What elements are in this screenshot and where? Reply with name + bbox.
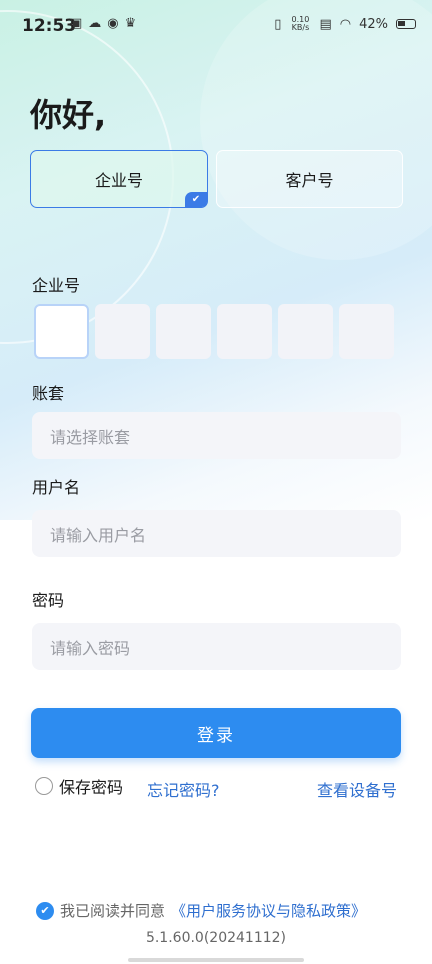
greeting-title: 你好, (30, 96, 107, 134)
network-speed: 0.10 KB/s (289, 16, 311, 32)
save-password-radio[interactable] (35, 777, 53, 795)
code-digit-box[interactable] (95, 304, 150, 359)
net-speed-unit: KB/s (291, 23, 310, 32)
view-device-link[interactable]: 查看设备号 (317, 777, 397, 801)
status-right: ▯ 0.10 KB/s ▤ ◠ 42% (274, 16, 416, 32)
code-digit-box[interactable] (217, 304, 272, 359)
save-password-option[interactable]: 保存密码 (35, 774, 123, 798)
code-digit-box[interactable] (156, 304, 211, 359)
status-left-icons: ▣☁◉♛ (70, 16, 142, 31)
code-digit-box[interactable] (34, 304, 89, 359)
battery-percent: 42% (359, 16, 388, 32)
tab-enterprise-label: 企业号 (94, 171, 143, 190)
enterprise-code-input (34, 304, 394, 359)
sim-icon: ▣ (70, 16, 89, 31)
password-label: 密码 (32, 591, 65, 610)
cloud-icon: ☁ (88, 16, 108, 31)
wifi-icon: ◠ (339, 16, 352, 32)
account-set-select[interactable]: 请选择账套 (32, 412, 401, 459)
battery-icon (396, 19, 416, 29)
save-password-label: 保存密码 (59, 778, 124, 797)
status-time: 12:53 (22, 16, 77, 36)
tab-customer[interactable]: 客户号 (216, 150, 403, 208)
account-set-label: 账套 (32, 384, 65, 403)
username-input[interactable]: 请输入用户名 (32, 510, 401, 557)
password-input[interactable]: 请输入密码 (32, 623, 401, 670)
agreement-check-icon[interactable]: ✔ (36, 901, 54, 920)
app-badge-icon: ◉ (107, 16, 125, 31)
enterprise-code-label: 企业号 (32, 276, 81, 295)
tab-customer-label: 客户号 (285, 171, 334, 190)
status-bar: 12:53 ▣☁◉♛ ▯ 0.10 KB/s ▤ ◠ 42% (0, 0, 432, 52)
account-set-placeholder: 请选择账套 (50, 427, 131, 447)
crown-icon: ♛ (124, 16, 143, 31)
vibrate-icon: ▯ (274, 16, 282, 32)
username-placeholder: 请输入用户名 (50, 525, 147, 545)
username-label: 用户名 (32, 478, 81, 497)
password-placeholder: 请输入密码 (50, 638, 131, 658)
home-indicator[interactable] (128, 958, 304, 962)
agreement-row: ✔ 我已阅读并同意 《用户服务协议与隐私政策》 (36, 900, 366, 921)
agreement-link[interactable]: 《用户服务协议与隐私政策》 (171, 900, 366, 921)
code-digit-box[interactable] (278, 304, 333, 359)
forgot-password-link[interactable]: 忘记密码? (147, 777, 220, 801)
sim-card-icon: ▤ (319, 16, 332, 32)
checkmark-icon: ✔ (185, 192, 207, 207)
app-version: 5.1.60.0(20241112) (145, 930, 287, 946)
login-button[interactable]: 登录 (31, 708, 401, 758)
agreement-prefix: 我已阅读并同意 (60, 902, 166, 920)
tab-enterprise[interactable]: 企业号 ✔ (30, 150, 208, 208)
code-digit-box[interactable] (339, 304, 394, 359)
